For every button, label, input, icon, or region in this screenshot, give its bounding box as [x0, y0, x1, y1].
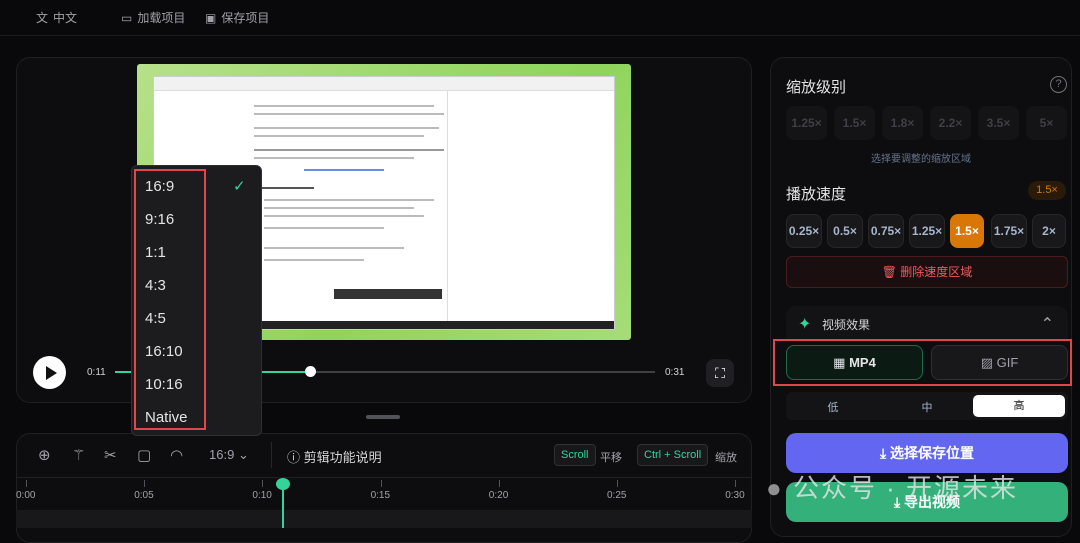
load-project-label: 加载项目 — [137, 11, 186, 25]
divider — [271, 442, 272, 468]
save-project-label: 保存项目 — [221, 11, 270, 25]
scroll-key: Scroll — [554, 444, 596, 466]
ruler-label: 0:15 — [370, 490, 391, 501]
top-bar: 文中文 ▭ 加载项目 ▣ 保存项目 — [0, 0, 1080, 36]
delete-speed-label: 删除速度区域 — [900, 265, 973, 279]
quality-low[interactable]: 低 — [786, 399, 880, 415]
play-button[interactable] — [33, 356, 66, 389]
help-icon: ⓘ — [287, 450, 301, 465]
language-button[interactable]: 文中文 — [36, 9, 77, 26]
ruler-tick — [617, 480, 618, 487]
timeline-track[interactable] — [16, 510, 752, 528]
scroll-action: 平移 — [600, 452, 622, 464]
current-time: 0:11 — [87, 367, 106, 378]
speed-button[interactable]: 0.25× — [786, 214, 822, 248]
ruler-tick — [26, 480, 27, 487]
speed-button[interactable]: 1.75× — [991, 214, 1027, 248]
wechat-icon: ● — [766, 473, 784, 503]
trash-icon: 🗑 — [881, 265, 897, 279]
zoom-action: 缩放 — [715, 452, 737, 464]
chevron-up-icon: ⌃ — [1040, 316, 1054, 333]
magic-wand-icon[interactable]: ⚚ — [72, 446, 85, 464]
ruler-label: 0:20 — [488, 490, 509, 501]
edit-help-label: 剪辑功能说明 — [303, 450, 382, 465]
ruler-label: 0:05 — [134, 490, 154, 501]
ruler-label: 0:25 — [607, 490, 627, 501]
chevron-down-icon: ⌄ — [237, 447, 249, 462]
zoom-level-button[interactable]: 1.5× — [834, 106, 875, 140]
speed-button[interactable]: 1.5× — [950, 214, 984, 248]
ctrl-scroll-key: Ctrl + Scroll — [637, 444, 709, 466]
speed-button[interactable]: 0.75× — [868, 214, 904, 248]
resize-handle[interactable] — [366, 415, 400, 419]
ruler-label: 0:30 — [725, 490, 745, 501]
speed-gauge-icon[interactable]: ◠ — [170, 446, 183, 464]
choose-location-button[interactable]: ⤓ 选择保存位置 — [786, 433, 1068, 473]
ruler-tick — [380, 480, 382, 487]
sparkle-icon: ✦ — [798, 316, 812, 333]
ruler-tick — [735, 480, 737, 487]
speed-button[interactable]: 0.5× — [827, 214, 863, 248]
duration: 0:31 — [665, 367, 685, 378]
save-project-button[interactable]: ▣ 保存项目 — [205, 9, 269, 26]
help-icon[interactable]: ? — [1050, 76, 1067, 93]
watermark: ● 公众号 · 开源未来 — [766, 468, 1018, 505]
ruler-tick — [144, 480, 146, 487]
aspect-ratio-dropdown[interactable]: 16:9 ⌄ — [209, 447, 249, 463]
delete-speed-button[interactable]: 🗑 删除速度区域 — [786, 256, 1068, 288]
scissors-icon[interactable]: ✂ — [104, 446, 117, 464]
choose-location-label: 选择保存位置 — [890, 445, 975, 461]
annotation-icon[interactable]: ▢ — [137, 446, 151, 464]
speed-button[interactable]: 2× — [1032, 214, 1066, 248]
ruler-label: 0:00 — [16, 490, 36, 501]
zoom-level-button[interactable]: 3.5× — [978, 106, 1019, 140]
ruler-tick — [262, 480, 264, 487]
speed-badge: 1.5× — [1028, 181, 1066, 200]
format-highlight-box — [773, 339, 1072, 386]
zoom-in-icon[interactable]: ⊕ — [38, 446, 51, 464]
quality-selector: 低 中 高 — [786, 392, 1068, 420]
zoom-level-button[interactable]: 1.25× — [786, 106, 827, 140]
playhead-handle[interactable] — [276, 478, 290, 490]
save-icon: ▣ — [205, 10, 217, 25]
language-label: 中文 — [53, 11, 78, 25]
check-icon: ✓ — [233, 178, 246, 195]
zoom-level-button[interactable]: 1.8× — [882, 106, 923, 140]
fullscreen-button[interactable]: ⛶ — [706, 359, 734, 387]
watermark-text: 公众号 · 开源未来 — [792, 473, 1019, 503]
translate-icon: 文 — [36, 11, 49, 25]
zoom-level-title: 缩放级别 — [786, 79, 847, 96]
ruler-tick — [498, 480, 500, 487]
download-icon: ⤓ — [879, 445, 887, 461]
quality-high[interactable]: 高 — [973, 395, 1065, 417]
effects-title: 视频效果 — [822, 318, 871, 332]
playhead-line[interactable] — [282, 484, 284, 528]
zoom-level-button[interactable]: 2.2× — [930, 106, 971, 140]
seek-handle[interactable] — [305, 366, 316, 377]
speed-button[interactable]: 1.25× — [909, 214, 945, 248]
effects-header[interactable]: ✦ 视频效果 ⌃ — [786, 306, 1068, 340]
ruler-line — [16, 477, 752, 478]
folder-icon: ▭ — [121, 10, 133, 25]
zoom-hint: 选择要调整的缩放区域 — [871, 154, 971, 165]
fullscreen-icon: ⛶ — [715, 365, 725, 381]
ruler-label: 0:10 — [252, 490, 272, 501]
speed-title: 播放速度 — [786, 186, 847, 203]
quality-medium[interactable]: 中 — [880, 399, 974, 415]
highlight-box — [134, 169, 206, 430]
load-project-button[interactable]: ▭ 加载项目 — [121, 9, 185, 26]
zoom-level-button[interactable]: 5× — [1026, 106, 1067, 140]
aspect-ratio-value: 16:9 — [209, 447, 235, 462]
edit-help-button[interactable]: ⓘ 剪辑功能说明 — [287, 447, 382, 466]
